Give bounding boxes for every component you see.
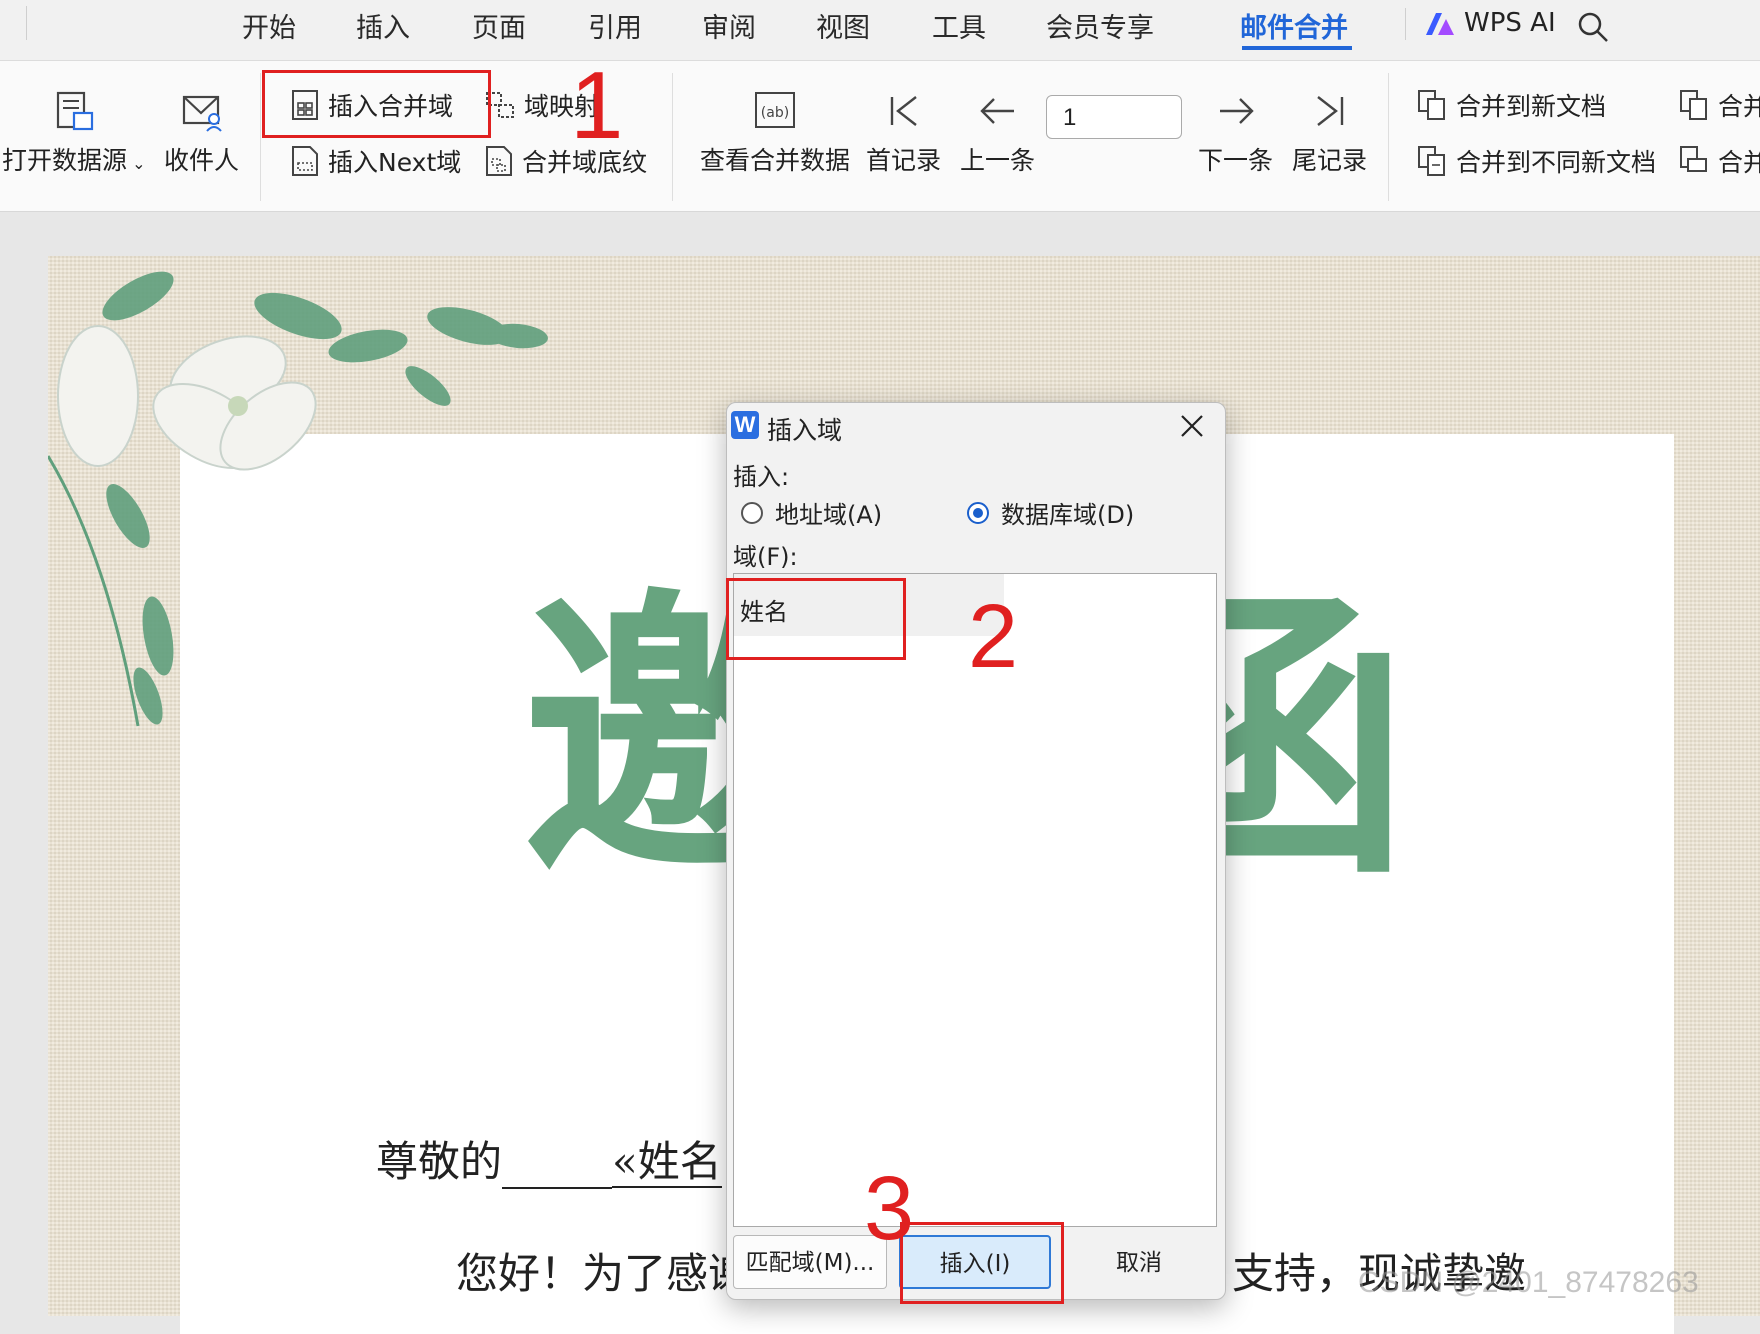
tab-view[interactable]: 视图 xyxy=(816,6,870,45)
search-icon[interactable] xyxy=(1576,10,1610,44)
tab-review[interactable]: 审阅 xyxy=(702,6,756,45)
merge-diff-docs-icon xyxy=(1418,146,1445,176)
tab-tools[interactable]: 工具 xyxy=(932,6,986,45)
next-record-button[interactable]: 下一条 xyxy=(1198,89,1273,177)
ribbon-divider xyxy=(260,73,261,201)
svg-text:(ab): (ab) xyxy=(761,105,789,121)
salutation-blank xyxy=(502,1147,613,1189)
flower-decoration xyxy=(48,271,548,727)
merge-new-doc-icon xyxy=(1418,90,1445,120)
annotation-box-2 xyxy=(726,578,906,660)
radio-address-label: 地址域(A) xyxy=(775,501,883,529)
insert-next-field-button[interactable]: 插入Next域 xyxy=(290,143,461,179)
wps-ai-label: WPS AI xyxy=(1464,8,1556,38)
radio-checked-icon xyxy=(967,501,989,524)
first-record-icon xyxy=(890,96,917,126)
merge-print-icon xyxy=(1680,146,1707,172)
annotation-number-3: 3 xyxy=(864,1159,915,1259)
view-merged-data-label: 查看合并数据 xyxy=(700,146,851,175)
insert-field-dialog: W 插入域 插入: 地址域(A) 数据库域(D) 域(F): 姓名 匹配域(M)… xyxy=(726,402,1226,1300)
insert-next-field-label: 插入Next域 xyxy=(328,148,462,177)
radio-database-label: 数据库域(D) xyxy=(1001,501,1135,529)
watermark-text: CSDN @2401_87478263 xyxy=(1358,1266,1699,1299)
merge-to-diff-docs-label: 合并到不同新文档 xyxy=(1456,148,1657,177)
last-record-label: 尾记录 xyxy=(1292,146,1368,175)
radio-unchecked-icon xyxy=(741,501,763,524)
ribbon-divider xyxy=(1388,73,1389,201)
recipients-label: 收件人 xyxy=(164,146,240,175)
first-record-button[interactable]: 首记录 xyxy=(866,89,941,177)
data-source-icon xyxy=(56,91,93,131)
tab-home[interactable]: 开始 xyxy=(242,6,296,45)
menu-separator xyxy=(26,6,27,40)
dropdown-arrow-icon: ⌄ xyxy=(127,154,146,173)
active-tab-indicator xyxy=(1242,46,1352,50)
recipients-icon xyxy=(182,95,222,132)
arrow-left-icon xyxy=(979,98,1014,124)
prev-record-button[interactable]: 上一条 xyxy=(960,89,1035,177)
wps-ai-logo-icon xyxy=(1426,12,1454,35)
record-number-input[interactable]: 1 xyxy=(1046,95,1182,139)
salutation-line: 尊敬的 «姓名 xyxy=(376,1128,722,1189)
menu-bar: 开始 插入 页面 引用 审阅 视图 工具 会员专享 邮件合并 WPS AI xyxy=(0,0,1760,61)
close-icon[interactable] xyxy=(1179,413,1205,439)
radio-database-field[interactable]: 数据库域(D) xyxy=(967,495,1134,530)
next-record-label: 下一条 xyxy=(1198,146,1274,175)
merge-to-new-doc-button[interactable]: 合并到新文档 xyxy=(1416,87,1606,123)
merge-to-new-doc-label: 合并到新文档 xyxy=(1456,92,1607,121)
arrow-right-icon xyxy=(1219,98,1254,124)
body-text-left: 您好！为了感谢 xyxy=(456,1249,751,1298)
open-data-source-label: 打开数据源 xyxy=(2,146,128,175)
merge-print-label: 合并 xyxy=(1718,148,1760,177)
tab-member[interactable]: 会员专享 xyxy=(1046,6,1154,45)
salutation-text: 尊敬的 xyxy=(376,1137,503,1186)
merge-print-button[interactable]: 合并 xyxy=(1678,143,1760,179)
last-record-icon xyxy=(1316,96,1343,126)
recipients-button[interactable]: 收件人 xyxy=(164,89,239,177)
wps-ai-button[interactable]: WPS AI xyxy=(1424,8,1556,38)
tab-insert[interactable]: 插入 xyxy=(356,6,410,45)
tab-mail-merge[interactable]: 邮件合并 xyxy=(1240,6,1348,45)
merge-doc-icon xyxy=(1680,90,1707,120)
menu-separator xyxy=(1405,8,1406,40)
ribbon-divider xyxy=(672,73,673,201)
dialog-title: 插入域 xyxy=(767,416,843,445)
merge-option-label: 合并 xyxy=(1718,92,1760,121)
prev-record-label: 上一条 xyxy=(960,146,1036,175)
next-field-icon xyxy=(292,146,318,176)
insert-label: 插入: xyxy=(733,463,790,491)
last-record-button[interactable]: 尾记录 xyxy=(1292,89,1367,177)
merge-to-diff-docs-button[interactable]: 合并到不同新文档 xyxy=(1416,143,1656,179)
field-shading-icon xyxy=(486,146,512,176)
first-record-label: 首记录 xyxy=(866,146,942,175)
annotation-number-1: 1 xyxy=(570,52,624,159)
tab-references[interactable]: 引用 xyxy=(588,6,642,45)
wps-writer-icon: W xyxy=(731,411,759,439)
open-data-source-button[interactable]: 打开数据源 ⌄ xyxy=(2,89,146,177)
annotation-number-2: 2 xyxy=(968,587,1019,687)
radio-address-field[interactable]: 地址域(A) xyxy=(741,495,882,530)
merge-field-name[interactable]: «姓名 xyxy=(612,1137,722,1188)
tab-page[interactable]: 页面 xyxy=(472,6,526,45)
annotation-box-1 xyxy=(262,70,491,138)
merge-option-button[interactable]: 合并 xyxy=(1678,87,1760,123)
annotation-box-3 xyxy=(900,1222,1064,1304)
view-merged-data-button[interactable]: (ab) 查看合并数据 xyxy=(700,89,850,177)
field-list-label: 域(F): xyxy=(733,543,798,571)
view-merged-data-icon: (ab) xyxy=(755,92,795,128)
cancel-button[interactable]: 取消 xyxy=(1063,1235,1215,1289)
